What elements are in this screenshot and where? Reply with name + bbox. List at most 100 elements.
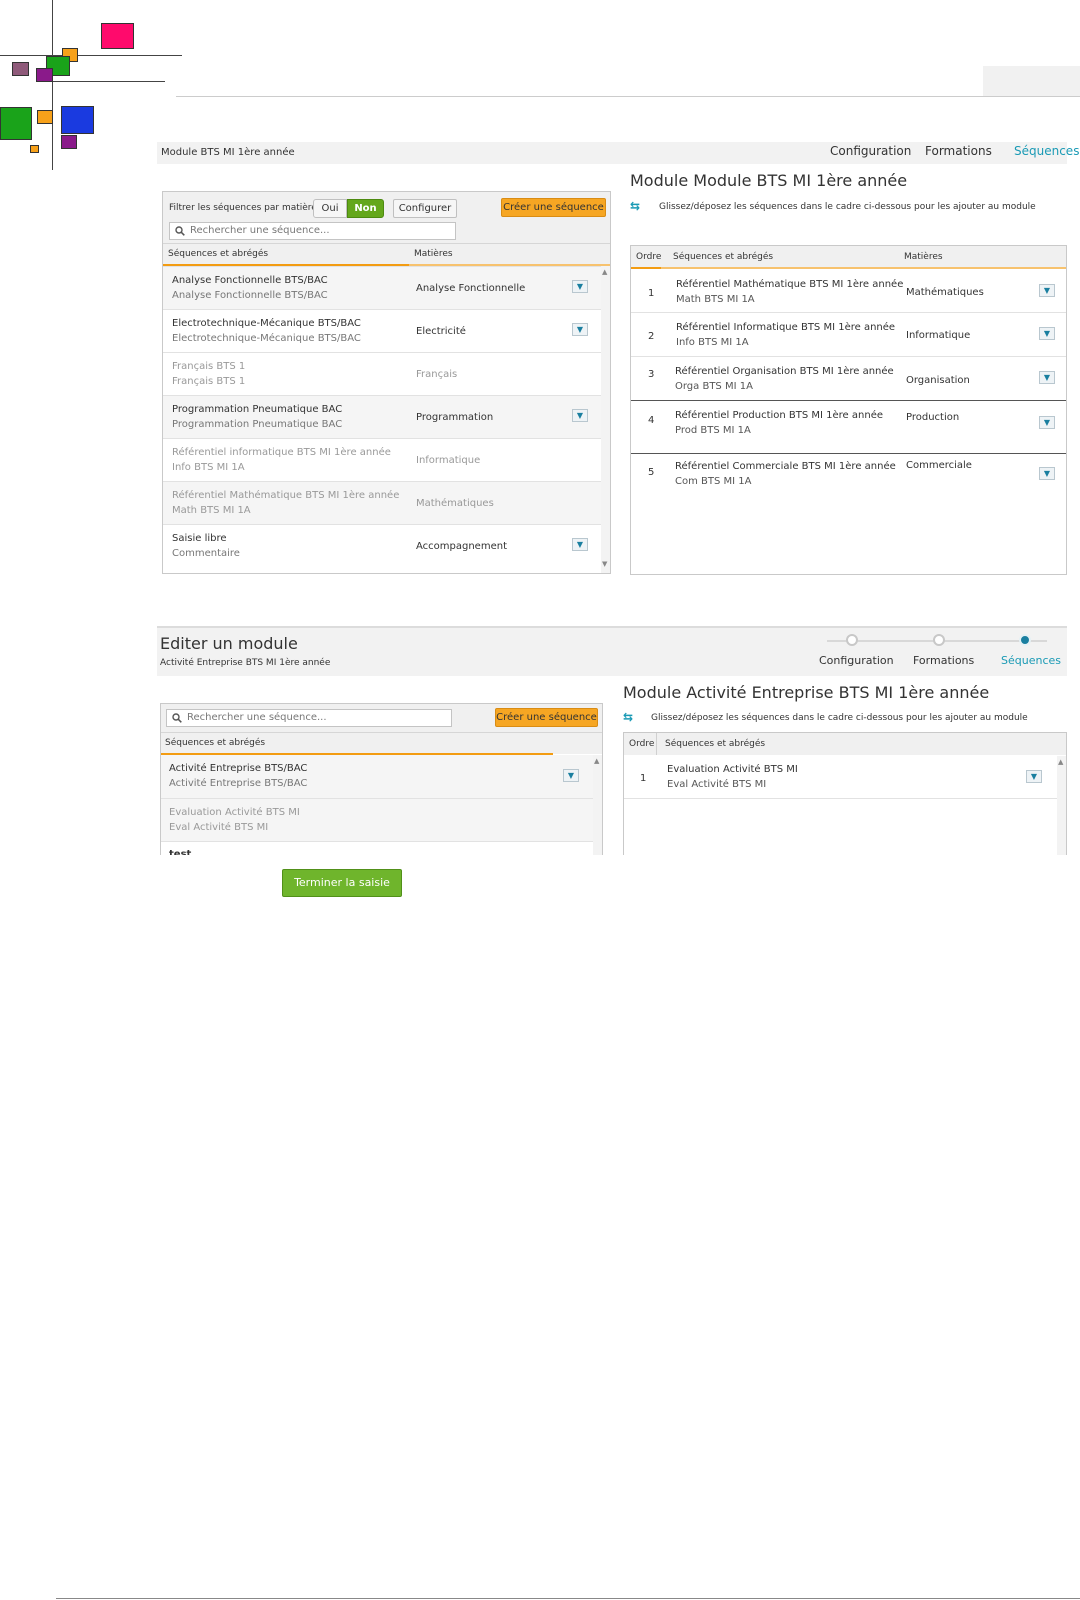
sequence-name: Référentiel Mathématique BTS MI 1ère ann… [172, 490, 400, 501]
module-row[interactable]: 1 Evaluation Activité BTS MI Eval Activi… [624, 756, 1057, 799]
module-row[interactable]: 3 Référentiel Organisation BTS MI 1ère a… [631, 358, 1066, 401]
row-order: 1 [648, 288, 655, 299]
dropdown-arrow-icon[interactable]: ▼ [563, 769, 579, 782]
dropdown-arrow-icon[interactable]: ▼ [1039, 284, 1055, 297]
edit-module-header: Editer un module Activité Entreprise BTS… [157, 626, 1067, 676]
scroll-up-icon[interactable]: ▲ [1058, 758, 1063, 766]
header-underline-light [661, 267, 1066, 269]
dropdown-arrow-icon[interactable]: ▼ [572, 323, 588, 336]
module-sequences-panel: Ordre Séquences et abrégés 1 Evaluation … [623, 732, 1067, 855]
sequence-matiere: Accompagnement [416, 541, 507, 552]
column-header-sequences[interactable]: Séquences et abrégés [168, 249, 268, 259]
column-header-sequences[interactable]: Séquences et abrégés [165, 738, 265, 748]
finish-button[interactable]: Terminer la saisie [282, 869, 402, 897]
create-sequence-button[interactable]: Créer une séquence [501, 198, 606, 217]
row-order: 5 [648, 467, 655, 478]
list-item[interactable]: Activité Entreprise BTS/BAC Activité Ent… [161, 755, 593, 798]
row-name: Référentiel Organisation BTS MI 1ère ann… [675, 366, 894, 377]
logo-line-horizontal-1 [0, 55, 182, 56]
sequence-name: Electrotechnique-Mécanique BTS/BAC [172, 318, 361, 329]
scroll-up-icon[interactable]: ▲ [594, 757, 599, 765]
dropdown-arrow-icon[interactable]: ▼ [572, 280, 588, 293]
search-input[interactable]: Rechercher une séquence... [169, 222, 456, 240]
list-item[interactable]: Programmation Pneumatique BAC Programmat… [163, 395, 601, 438]
filter-label: Filtrer les séquences par matière [169, 203, 317, 213]
list-item[interactable]: Référentiel Mathématique BTS MI 1ère ann… [163, 481, 601, 524]
nav-sequences[interactable]: Séquences [1014, 144, 1079, 158]
module-sequences-panel: Ordre Séquences et abrégés Matières 1 Ré… [630, 245, 1067, 575]
step-label-configuration[interactable]: Configuration [819, 654, 894, 667]
search-icon [172, 713, 182, 723]
sequence-abbr: Info BTS MI 1A [172, 462, 245, 473]
dropdown-arrow-icon[interactable]: ▼ [1039, 371, 1055, 384]
list-item[interactable]: Saisie libre Commentaire Accompagnement … [163, 524, 601, 567]
step-label-sequences[interactable]: Séquences [1001, 654, 1061, 667]
edit-sequences-list-panel: Rechercher une séquence... Créer une séq… [160, 703, 603, 855]
row-name: Référentiel Mathématique BTS MI 1ère ann… [676, 279, 904, 290]
step-dot-configuration[interactable] [846, 634, 858, 646]
logo-square-purple [36, 68, 53, 82]
list-item[interactable]: Référentiel informatique BTS MI 1ère ann… [163, 438, 601, 481]
dropdown-arrow-icon[interactable]: ▼ [572, 409, 588, 422]
sequence-abbr: Commentaire [172, 548, 240, 559]
create-sequence-button[interactable]: Créer une séquence [495, 708, 598, 727]
column-header-matieres[interactable]: Matières [414, 249, 453, 259]
logo-square-pink [101, 23, 134, 49]
sequence-matiere: Analyse Fonctionnelle [416, 283, 526, 294]
configure-button[interactable]: Configurer [393, 199, 457, 218]
module-row[interactable]: 1 Référentiel Mathématique BTS MI 1ère a… [631, 271, 1066, 313]
list-item[interactable]: Analyse Fonctionnelle BTS/BAC Analyse Fo… [163, 266, 601, 309]
filter-toggle-yes[interactable]: Oui [313, 199, 347, 218]
list-scrollbar[interactable]: ▲ ▼ [601, 266, 610, 573]
logo-square-green-large [0, 107, 32, 140]
nav-configuration[interactable]: Configuration [830, 144, 911, 158]
sequence-name: Programmation Pneumatique BAC [172, 404, 343, 415]
list-item[interactable]: Evaluation Activité BTS MI Eval Activité… [161, 798, 593, 841]
dropdown-arrow-icon[interactable]: ▼ [1026, 770, 1042, 783]
module-title: Module Activité Entreprise BTS MI 1ère a… [623, 683, 990, 702]
module-scrollbar[interactable]: ▲ [1057, 756, 1066, 855]
sequences-list-panel: Filtrer les séquences par matière Oui No… [162, 191, 611, 574]
sequence-matiere: Mathématiques [416, 498, 494, 509]
drag-arrows-icon: ⇆ [623, 710, 634, 724]
step-dot-formations[interactable] [933, 634, 945, 646]
module-row[interactable]: 4 Référentiel Production BTS MI 1ère ann… [631, 403, 1066, 454]
filter-toggle-no[interactable]: Non [347, 199, 384, 218]
row-abbr: Info BTS MI 1A [676, 337, 749, 348]
step-label-formations[interactable]: Formations [913, 654, 974, 667]
row-abbr: Eval Activité BTS MI [667, 779, 767, 790]
scroll-up-icon[interactable]: ▲ [602, 268, 607, 276]
row-matiere: Commerciale [906, 460, 972, 471]
drag-hint: Glissez/déposez les séquences dans le ca… [659, 202, 1036, 212]
scroll-down-icon[interactable]: ▼ [602, 560, 607, 568]
list-scrollbar[interactable]: ▲ [593, 755, 602, 855]
row-abbr: Prod BTS MI 1A [675, 425, 751, 436]
dropdown-arrow-icon[interactable]: ▼ [1039, 416, 1055, 429]
row-abbr: Orga BTS MI 1A [675, 381, 753, 392]
dropdown-arrow-icon[interactable]: ▼ [572, 538, 588, 551]
list-item[interactable]: Electrotechnique-Mécanique BTS/BAC Elect… [163, 309, 601, 352]
drag-arrows-icon: ⇆ [630, 199, 641, 213]
column-header-ordre: Ordre [629, 739, 655, 749]
sequence-matiere: Programmation [416, 412, 494, 423]
logo-square-purple-small [61, 135, 77, 149]
row-order: 3 [648, 369, 655, 380]
row-name: Référentiel Production BTS MI 1ère année [675, 410, 883, 421]
sequence-name: Evaluation Activité BTS MI [169, 807, 300, 818]
logo-line-horizontal-2 [52, 81, 165, 82]
module-row[interactable]: 5 Référentiel Commerciale BTS MI 1ère an… [631, 455, 1066, 498]
dropdown-arrow-icon[interactable]: ▼ [1039, 467, 1055, 480]
search-input[interactable]: Rechercher une séquence... [166, 709, 452, 727]
row-matiere: Informatique [906, 330, 971, 341]
sequence-abbr: Activité Entreprise BTS/BAC [169, 778, 308, 789]
sequence-abbr: Electrotechnique-Mécanique BTS/BAC [172, 333, 361, 344]
row-name: Evaluation Activité BTS MI [667, 764, 798, 775]
module-row[interactable]: 2 Référentiel Informatique BTS MI 1ère a… [631, 314, 1066, 357]
list-item[interactable]: Français BTS 1 Français BTS 1 Français [163, 352, 601, 395]
logo-square-orange-tiny [30, 145, 39, 153]
nav-formations[interactable]: Formations [925, 144, 992, 158]
logo-square-mauve [12, 62, 29, 76]
dropdown-arrow-icon[interactable]: ▼ [1039, 327, 1055, 340]
step-dot-sequences[interactable] [1019, 634, 1031, 646]
list-item[interactable]: test [161, 841, 593, 855]
